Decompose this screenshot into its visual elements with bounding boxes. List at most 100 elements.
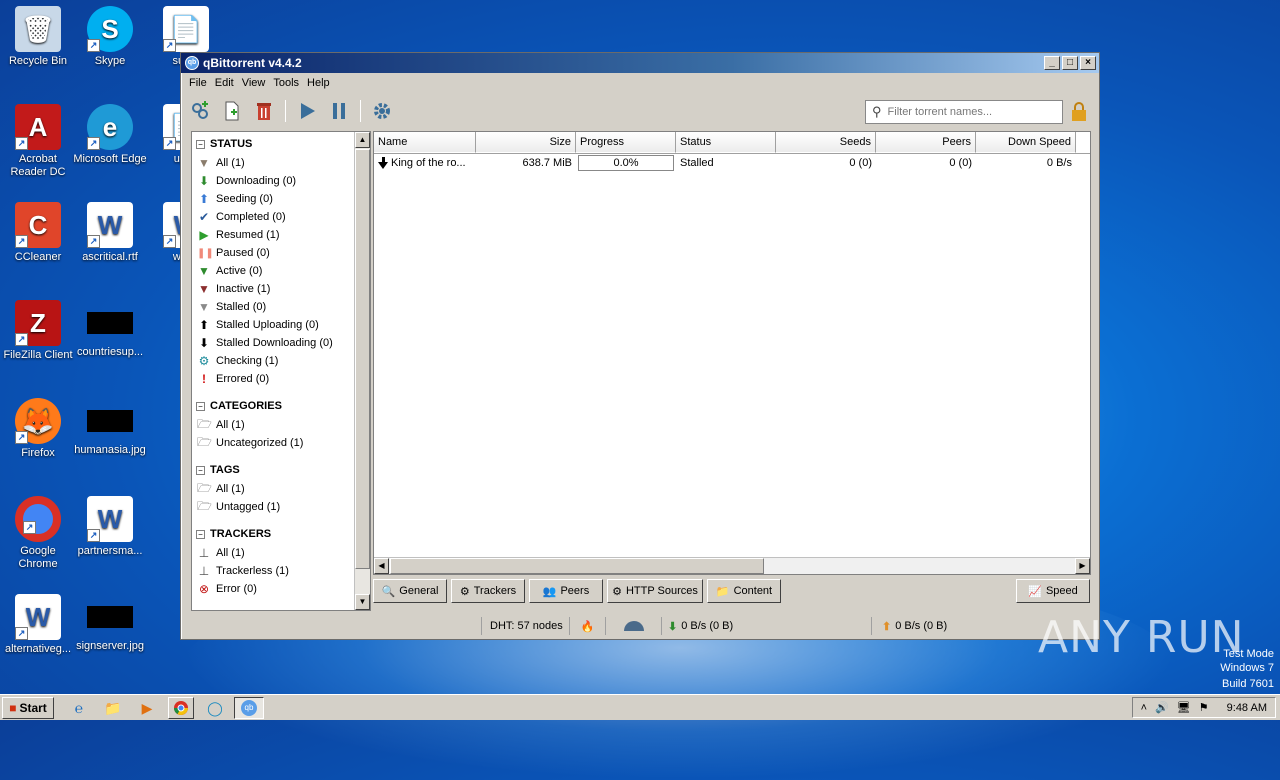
taskbar-ie-icon[interactable]: ℮	[66, 697, 92, 719]
speed-limit-icon[interactable]	[605, 617, 661, 635]
sidebar-item[interactable]: 🗁 All (1)	[192, 480, 370, 498]
sidebar-item[interactable]: ⬆ Stalled Uploading (0)	[192, 316, 370, 334]
sidebar-section-trackers[interactable]: − TRACKERS	[192, 524, 370, 544]
table-row[interactable]: King of the ro... 638.7 MiB 0.0% Stalled…	[374, 154, 1090, 172]
sidebar-item[interactable]: ⬇ Stalled Downloading (0)	[192, 334, 370, 352]
sidebar-item[interactable]: ⊥ Trackerless (1)	[192, 562, 370, 580]
desktop-icon[interactable]: e ↗ Microsoft Edge	[72, 104, 148, 166]
tab-general[interactable]: 🔍 General	[373, 579, 447, 603]
delete-torrent-button[interactable]	[253, 100, 275, 122]
show-hidden-icons-button[interactable]: ˄	[1141, 702, 1147, 714]
sidebar-section-categories[interactable]: − CATEGORIES	[192, 396, 370, 416]
desktop-icon[interactable]: W ↗ alternativeg...	[0, 594, 76, 656]
action-center-flag-icon[interactable]: ⚑	[1199, 701, 1209, 714]
desktop-icon[interactable]: signserver.jpg	[72, 594, 148, 653]
maximize-button[interactable]: □	[1062, 56, 1078, 70]
tab-http-sources[interactable]: ⚙ HTTP Sources	[607, 579, 703, 603]
minimize-button[interactable]: _	[1044, 56, 1060, 70]
col-seeds[interactable]: Seeds	[776, 132, 876, 153]
scroll-down-button[interactable]: ▼	[355, 594, 370, 610]
menu-view[interactable]: View	[238, 77, 270, 89]
desktop-icon[interactable]: A ↗ Acrobat Reader DC	[0, 104, 76, 179]
col-size[interactable]: Size	[476, 132, 576, 153]
col-peers[interactable]: Peers	[876, 132, 976, 153]
menu-tools[interactable]: Tools	[269, 77, 303, 89]
collapse-toggle[interactable]: −	[196, 465, 205, 475]
add-torrent-link-button[interactable]	[189, 100, 211, 122]
options-button[interactable]	[371, 100, 393, 122]
col-progress[interactable]: Progress	[576, 132, 676, 153]
menu-edit[interactable]: Edit	[211, 77, 238, 89]
sidebar-item[interactable]: ✔ Completed (0)	[192, 208, 370, 226]
sidebar-item[interactable]: ⬆ Seeding (0)	[192, 190, 370, 208]
sidebar-item[interactable]: 🗁 All (1)	[192, 416, 370, 434]
sidebar-item[interactable]: ▼ Stalled (0)	[192, 298, 370, 316]
sidebar-section-status[interactable]: − STATUS	[192, 134, 370, 154]
tab-speed[interactable]: 📈 Speed	[1016, 579, 1090, 603]
sidebar-item[interactable]: ⊥ All (1)	[192, 544, 370, 562]
download-speed-status[interactable]: ⬇ 0 B/s (0 B)	[661, 617, 871, 635]
desktop-icon[interactable]: 🦊 ↗ Firefox	[0, 398, 76, 460]
desktop-icon[interactable]: S ↗ Skype	[72, 6, 148, 68]
scroll-left-button[interactable]: ◀	[374, 558, 389, 574]
pause-button[interactable]	[328, 100, 350, 122]
start-button[interactable]: ■ Start	[2, 696, 54, 719]
menu-file[interactable]: File	[185, 77, 211, 89]
sidebar-item[interactable]: ▼ All (1)	[192, 154, 370, 172]
horizontal-scrollbar[interactable]: ◀ ▶	[374, 557, 1090, 574]
scroll-thumb[interactable]	[355, 149, 370, 569]
taskbar-media-player-icon[interactable]: ▶	[134, 697, 160, 719]
taskbar-explorer-icon[interactable]: 📁	[100, 697, 126, 719]
tab-content[interactable]: 📁 Content	[707, 579, 781, 603]
col-down-speed[interactable]: Down Speed	[976, 132, 1076, 153]
desktop-icon[interactable]: 🗑 Recycle Bin	[0, 6, 76, 68]
sidebar-item[interactable]: ▼ Active (0)	[192, 262, 370, 280]
sidebar-section-tags[interactable]: − TAGS	[192, 460, 370, 480]
cell-peers: 0 (0)	[949, 157, 972, 169]
desktop-icon[interactable]: C ↗ CCleaner	[0, 202, 76, 264]
menu-help[interactable]: Help	[303, 77, 334, 89]
col-status[interactable]: Status	[676, 132, 776, 153]
sidebar-scrollbar[interactable]: ▲ ▼	[354, 132, 370, 610]
close-button[interactable]: ×	[1080, 56, 1096, 70]
collapse-toggle[interactable]: −	[196, 529, 205, 539]
scroll-up-button[interactable]: ▲	[355, 132, 370, 148]
collapse-toggle[interactable]: −	[196, 139, 205, 149]
sidebar-item[interactable]: ⬇ Downloading (0)	[192, 172, 370, 190]
volume-icon[interactable]: 🔊	[1155, 701, 1169, 714]
tab-trackers[interactable]: ⚙ Trackers	[451, 579, 525, 603]
col-name[interactable]: Name	[374, 132, 476, 153]
progress-text: 0.0%	[613, 157, 639, 169]
resume-button[interactable]	[296, 100, 318, 122]
desktop-icon[interactable]: W ↗ partnersma...	[72, 496, 148, 558]
sidebar-item[interactable]: ▶ Resumed (1)	[192, 226, 370, 244]
sidebar-item[interactable]: ⚙ Checking (1)	[192, 352, 370, 370]
desktop-icon[interactable]: humanasia.jpg	[72, 398, 148, 457]
network-icon[interactable]: 🖥	[1177, 701, 1191, 714]
sidebar-item[interactable]: 🗁 Untagged (1)	[192, 498, 370, 516]
scroll-right-button[interactable]: ▶	[1075, 558, 1090, 574]
sidebar-item-label: Active (0)	[216, 265, 263, 277]
lock-icon[interactable]	[1070, 102, 1088, 122]
sidebar-item[interactable]: ❚❚ Paused (0)	[192, 244, 370, 262]
desktop-icon[interactable]: Z ↗ FileZilla Client	[0, 300, 76, 362]
title-bar[interactable]: qb qBittorrent v4.4.2 _ □ ×	[181, 53, 1099, 73]
horizontal-scroll-thumb[interactable]	[390, 558, 764, 574]
collapse-toggle[interactable]: −	[196, 401, 205, 411]
taskbar-edge-icon[interactable]: ◯	[202, 697, 228, 719]
recycle-bin-icon: 🗑	[15, 6, 61, 52]
tab-peers[interactable]: 👥 Peers	[529, 579, 603, 603]
sidebar-item[interactable]: ⊗ Error (0)	[192, 580, 370, 598]
taskbar-qbittorrent-button[interactable]: qb	[234, 697, 264, 719]
desktop-icon[interactable]: W ↗ ascritical.rtf	[72, 202, 148, 264]
sidebar-item-label: Stalled Downloading (0)	[216, 337, 333, 349]
desktop-icon[interactable]: countriesup...	[72, 300, 148, 359]
add-torrent-file-button[interactable]	[221, 100, 243, 122]
filter-torrent-input[interactable]: ⚲ Filter torrent names...	[865, 100, 1063, 124]
sidebar-item[interactable]: ▼ Inactive (1)	[192, 280, 370, 298]
sidebar-item[interactable]: ! Errored (0)	[192, 370, 370, 388]
sidebar-item[interactable]: 🗁 Uncategorized (1)	[192, 434, 370, 452]
clock[interactable]: 9:48 AM	[1227, 702, 1267, 714]
desktop-icon[interactable]: ↗ Google Chrome	[0, 496, 76, 571]
taskbar-chrome-icon[interactable]	[168, 697, 194, 719]
